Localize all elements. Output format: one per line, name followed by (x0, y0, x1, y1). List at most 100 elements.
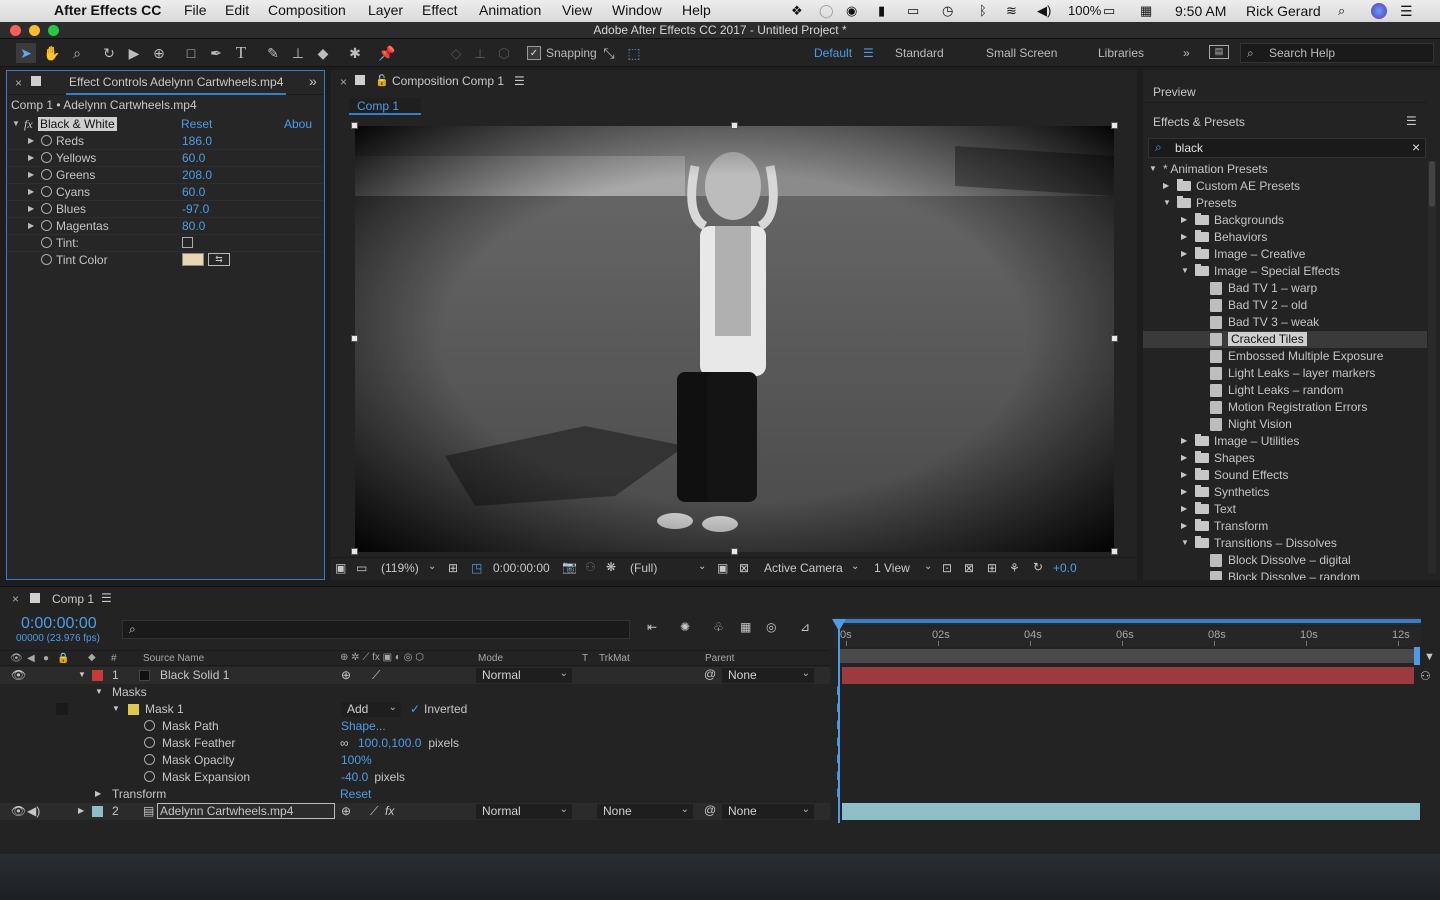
draft-3d-icon[interactable]: ✺ (680, 620, 690, 634)
source-name-header[interactable]: Source Name (143, 653, 204, 664)
effect-reset-link[interactable]: Reset (181, 117, 212, 131)
resolution-dropdown[interactable]: (Full) (630, 561, 657, 575)
audio-switch-icon[interactable]: ◀ (27, 653, 35, 664)
workspace-menu-icon[interactable]: ☰ (863, 46, 874, 60)
time-ruler[interactable]: 0s 02s 04s 06s 08s 10s 12s (834, 627, 1421, 647)
layer-row-1[interactable]: 👁 ▼ 1 Black Solid 1 ⊕ ⟋ Normal ⌄ @ None … (0, 667, 830, 684)
preset-folder-item[interactable]: ▶ Sound Effects (1143, 467, 1427, 484)
region-of-interest-icon[interactable]: ▣ (717, 561, 728, 575)
effect-prop-row[interactable]: ▶ Magentas 80.0 (7, 218, 324, 235)
comp-panel-lock-icon[interactable] (355, 75, 365, 85)
transparency-grid-icon[interactable]: ⊠ (739, 561, 749, 575)
menu-layer[interactable]: Layer (368, 2, 403, 18)
expand-icon[interactable]: ▶ (1181, 232, 1187, 241)
flowchart-icon[interactable]: ⚘ (1009, 561, 1020, 575)
collapse-icon[interactable]: ▼ (1181, 538, 1189, 547)
layer1-expand-icon[interactable]: ▼ (78, 670, 86, 679)
show-snapshot-icon[interactable]: ⚇ (585, 560, 596, 574)
work-area-end-marker[interactable] (1414, 647, 1420, 665)
zoom-dropdown[interactable]: (119%) (381, 561, 419, 575)
layer1-parent-dropdown[interactable]: None ⌄ (722, 668, 814, 683)
layer2-shy-switch-icon[interactable]: ⊕ (341, 804, 351, 818)
preset-folder-item[interactable]: ▶ Shapes (1143, 450, 1427, 467)
preview-panel-header[interactable]: Preview (1143, 75, 1427, 103)
mask-prop-row[interactable]: Mask Feather ∞ 100.0,100.0 pixels (0, 735, 830, 752)
preset-folder-item[interactable]: ▶ Behaviors (1143, 229, 1427, 246)
effect-prop-row[interactable]: Tint Color ⇆ (7, 252, 324, 269)
layer-handle-ml[interactable] (351, 335, 358, 342)
expand-icon[interactable]: ▶ (1181, 436, 1187, 445)
tint-color-swatch[interactable] (182, 253, 204, 266)
timeline-search-field[interactable]: ⌕ (122, 620, 630, 639)
preset-item[interactable]: Light Leaks – layer markers (1143, 365, 1427, 382)
layer-handle-bc[interactable] (731, 548, 738, 555)
mask1-color[interactable] (128, 704, 139, 715)
volume-icon[interactable]: ◀) (1037, 3, 1051, 19)
zoom-tool-icon[interactable]: ⌕ (67, 43, 87, 63)
snapping-checkbox[interactable]: ✓ (527, 46, 541, 60)
puppet-pin-tool-icon[interactable]: 📌 (377, 43, 397, 63)
menu-composition[interactable]: Composition (268, 2, 346, 18)
expand-prop-icon[interactable]: ▶ (28, 187, 34, 196)
airplay-icon[interactable]: ▭ (907, 3, 919, 19)
comp-panel-menu-icon[interactable]: ☰ (514, 74, 525, 88)
mask1-lock-box[interactable] (56, 703, 68, 715)
preset-folder-item[interactable]: ▶ Transform (1143, 518, 1427, 535)
preset-folder-item[interactable]: ▶ Image – Utilities (1143, 433, 1427, 450)
effects-presets-header[interactable]: Effects & Presets ☰ (1143, 107, 1427, 135)
effect-prop-value[interactable]: 186.0 (182, 134, 212, 148)
mask-prop-row[interactable]: Mask Path Shape... (0, 718, 830, 735)
comp-lock-icon[interactable]: 🔓 (375, 74, 389, 87)
layer-handle-tc[interactable] (731, 122, 738, 129)
always-preview-icon[interactable]: ▣ (335, 561, 346, 575)
layer1-duration-bar[interactable] (842, 667, 1414, 684)
mask-prop-value[interactable]: Shape... (341, 719, 386, 733)
eyedropper-icon[interactable]: ⇆ (208, 253, 230, 266)
mask-prop-value[interactable]: 100.0,100.0 (358, 736, 421, 750)
exposure-value[interactable]: +0.0 (1053, 561, 1077, 575)
layer2-audio-icon[interactable]: ◀) (27, 804, 40, 818)
expand-icon[interactable]: ▶ (1181, 521, 1187, 530)
workspace-default[interactable]: Default (814, 46, 852, 60)
composition-tab[interactable]: × 🔓 Composition Comp 1 ☰ (331, 70, 1137, 94)
zoom-chevron-icon[interactable]: ⌄ (428, 561, 436, 572)
reset-exposure-icon[interactable]: ↻ (1033, 560, 1043, 574)
workspace-libraries[interactable]: Libraries (1098, 46, 1144, 60)
preset-folder-item[interactable]: ▼ Presets (1143, 195, 1427, 212)
layer1-mode-dropdown[interactable]: Normal ⌄ (476, 668, 572, 683)
battery-icon[interactable]: ▭ (1103, 3, 1115, 19)
effects-scrollbar[interactable] (1428, 161, 1436, 573)
mask-prop-row[interactable]: Mask Expansion -40.0 pixels (0, 769, 830, 786)
transform-row[interactable]: ▶ Transform Reset (0, 786, 830, 803)
camera-tool-icon[interactable]: ▶ (124, 43, 144, 63)
roto-brush-tool-icon[interactable]: ✱ (345, 43, 365, 63)
constrain-proportions-icon[interactable]: ∞ (340, 736, 349, 750)
preset-folder-item[interactable]: ▶ Custom AE Presets (1143, 178, 1427, 195)
menu-view[interactable]: View (562, 2, 592, 18)
timeline-tab[interactable]: × Comp 1 ☰ (0, 587, 1440, 611)
clock[interactable]: 9:50 AM (1175, 3, 1226, 19)
work-area-range[interactable] (834, 619, 1421, 623)
workspace-small-screen[interactable]: Small Screen (986, 46, 1057, 60)
graph-editor-icon[interactable]: ⊿ (800, 620, 810, 634)
wifi-icon[interactable]: ≋ (1006, 3, 1017, 19)
mask1-expand-icon[interactable]: ▼ (112, 704, 120, 713)
expand-prop-icon[interactable]: ▶ (28, 204, 34, 213)
stopwatch-icon[interactable] (41, 220, 52, 231)
preset-item[interactable]: Bad TV 2 – old (1143, 297, 1427, 314)
collapse-icon[interactable]: ▼ (1149, 164, 1157, 173)
rectangle-tool-icon[interactable]: □ (181, 43, 201, 63)
layer1-quality-switch-icon[interactable]: ⟋ (372, 668, 380, 683)
panel-overflow-icon[interactable]: » (309, 73, 317, 89)
effect-prop-row[interactable]: ▶ Cyans 60.0 (7, 184, 324, 201)
expand-icon[interactable]: ▶ (1163, 181, 1169, 190)
motion-blur-icon[interactable]: ◎ (766, 620, 776, 634)
effect-name[interactable]: Black & White (38, 117, 117, 131)
keyframe-marker-icon[interactable]: I (836, 769, 839, 783)
viewer-timecode[interactable]: 0:00:00:00 (493, 561, 550, 575)
expand-icon[interactable]: ▶ (1181, 215, 1187, 224)
menu-help[interactable]: Help (682, 2, 711, 18)
snapshot-icon[interactable]: 📷 (562, 560, 577, 574)
effect-prop-row[interactable]: ▶ Yellows 60.0 (7, 150, 324, 167)
expand-icon[interactable]: ▶ (1181, 504, 1187, 513)
